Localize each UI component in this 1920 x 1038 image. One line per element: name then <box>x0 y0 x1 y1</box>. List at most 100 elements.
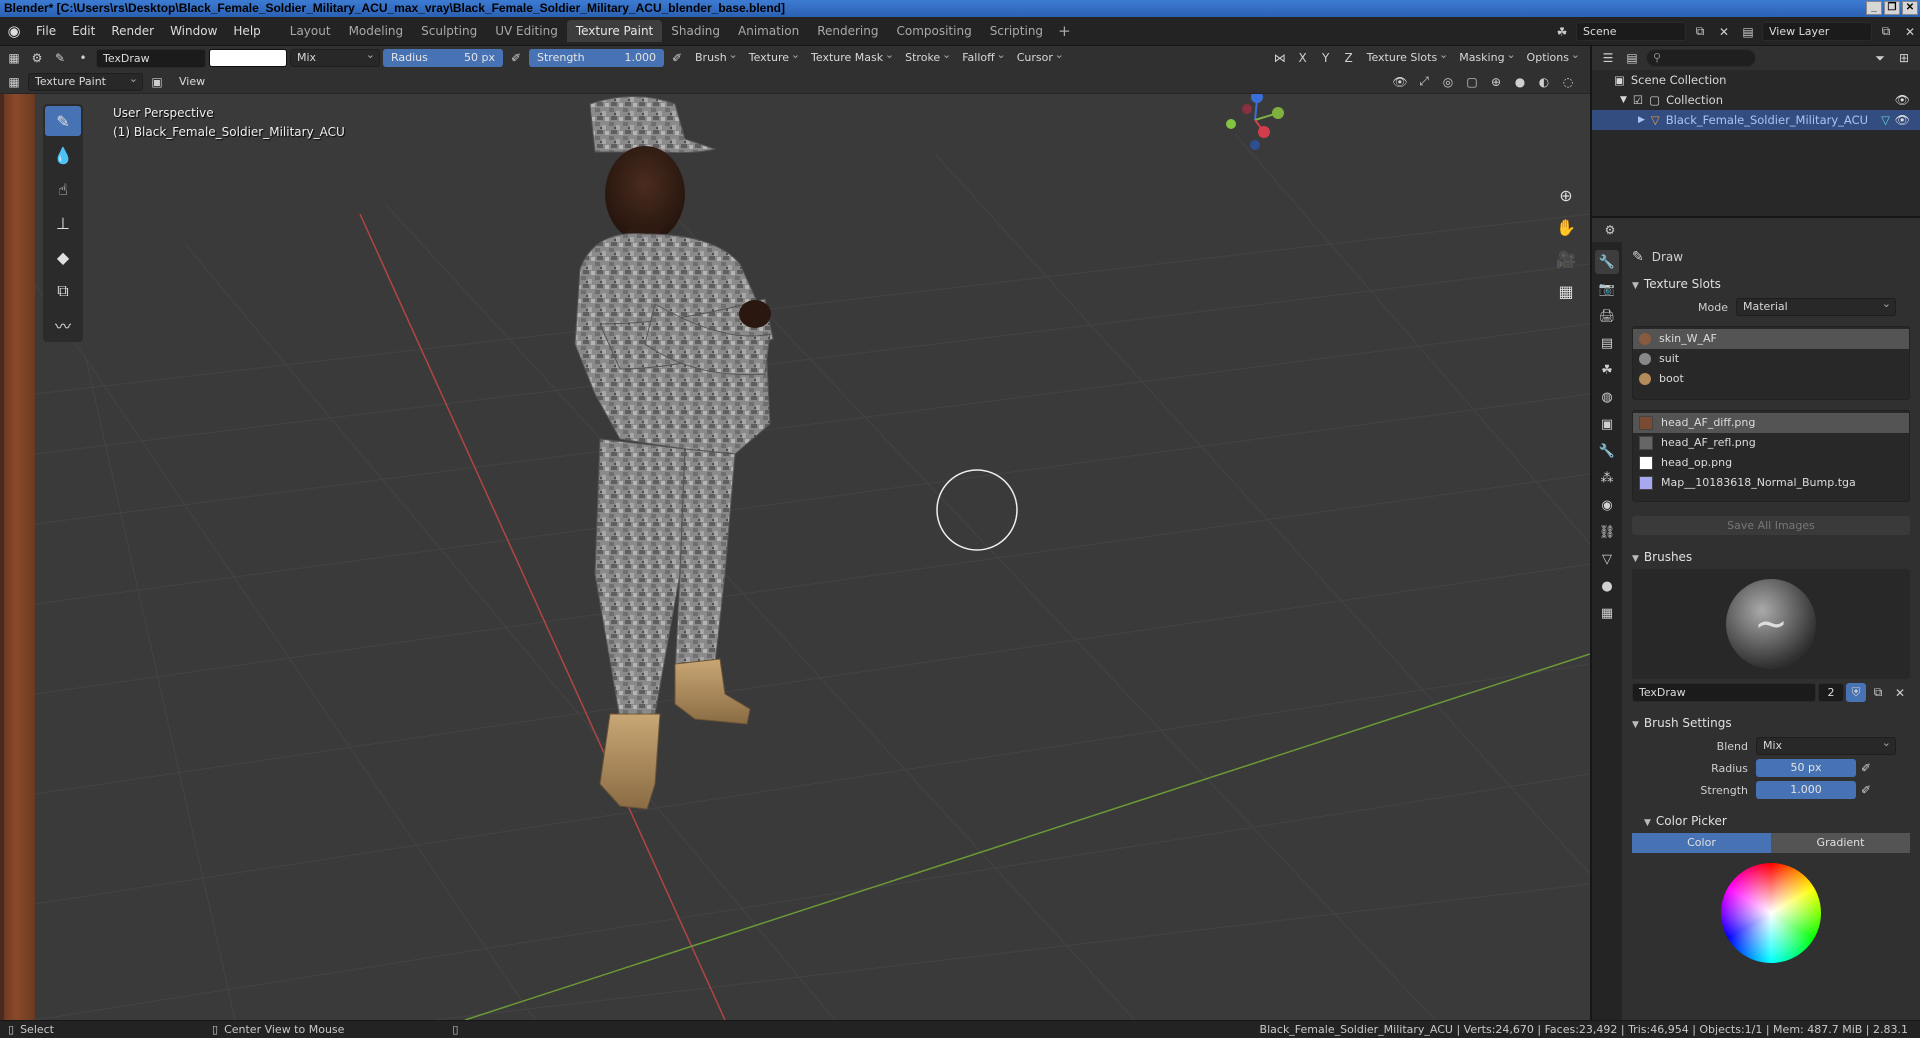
filter-icon[interactable]: ⏷ <box>1870 49 1890 68</box>
solid-shading-icon[interactable]: ● <box>1510 72 1530 91</box>
gizmo-icon[interactable]: ⤢ <box>1414 72 1434 91</box>
annotate-tool-icon[interactable]: 〰 <box>45 310 81 340</box>
brush-icon[interactable]: ✎ <box>50 49 70 68</box>
blender-logo-icon[interactable]: ◉ <box>0 20 28 42</box>
gradient-tab[interactable]: Gradient <box>1771 833 1910 853</box>
save-all-images-button[interactable]: Save All Images <box>1632 516 1910 535</box>
image-item[interactable]: head_AF_refl.png <box>1633 433 1909 453</box>
stroke-menu[interactable]: Stroke <box>900 46 954 67</box>
material-item[interactable]: skin_W_AF <box>1633 329 1909 349</box>
duplicate-brush-icon[interactable]: ⧉ <box>1868 683 1888 702</box>
tab-shading[interactable]: Shading <box>662 20 729 42</box>
outliner-editor-type-icon[interactable]: ☰ <box>1598 49 1618 68</box>
image-item[interactable]: Map__10183618_Normal_Bump.tga <box>1633 473 1909 493</box>
menu-window[interactable]: Window <box>162 20 225 42</box>
view-menu[interactable]: View <box>171 71 213 93</box>
overlay-icon[interactable]: ◎ <box>1438 72 1458 91</box>
collection-checkbox[interactable]: ☑ <box>1633 90 1643 110</box>
minimize-button[interactable]: _ <box>1866 1 1882 15</box>
axis-z-toggle[interactable]: Z <box>1339 49 1359 68</box>
tab-compositing[interactable]: Compositing <box>887 20 980 42</box>
strength-pressure-props-icon[interactable]: ✐ <box>1856 781 1876 800</box>
maximize-button[interactable]: ❐ <box>1884 1 1900 15</box>
tab-animation[interactable]: Animation <box>729 20 808 42</box>
image-item[interactable]: head_op.png <box>1633 453 1909 473</box>
draw-tool-icon[interactable]: ✎ <box>45 106 81 136</box>
render-tab-icon[interactable]: 📷 <box>1595 277 1619 301</box>
color-picker-panel-header[interactable]: ▼ Color Picker <box>1626 809 1916 833</box>
smear-tool-icon[interactable]: ☝ <box>45 174 81 204</box>
data-tab-icon[interactable]: ▽ <box>1595 547 1619 571</box>
properties-editor-type-icon[interactable]: ⚙ <box>1600 221 1620 240</box>
tab-layout[interactable]: Layout <box>281 20 340 42</box>
axis-x-toggle[interactable]: X <box>1293 49 1313 68</box>
radius-props-slider[interactable]: 50 px <box>1756 759 1856 777</box>
symmetry-icon[interactable]: ⋈ <box>1270 49 1290 68</box>
object-tab-icon[interactable]: ▣ <box>1595 412 1619 436</box>
delete-scene-icon[interactable]: ✕ <box>1714 22 1734 41</box>
close-button[interactable]: ✕ <box>1902 1 1918 15</box>
new-scene-icon[interactable]: ⧉ <box>1690 22 1710 41</box>
strength-pressure-icon[interactable]: ✐ <box>667 49 687 68</box>
ortho-grid-icon[interactable]: ▦ <box>1554 280 1578 304</box>
rendered-shading-icon[interactable]: ◌ <box>1558 72 1578 91</box>
output-tab-icon[interactable]: 🖨 <box>1595 304 1619 328</box>
scene-tab-icon[interactable]: ☘ <box>1595 358 1619 382</box>
blend-dropdown-props[interactable]: Mix <box>1756 735 1896 755</box>
tab-modeling[interactable]: Modeling <box>340 20 413 42</box>
brush-settings-panel-header[interactable]: ▼ Brush Settings <box>1626 711 1916 735</box>
material-item[interactable]: suit <box>1633 349 1909 369</box>
collection-expand-icon[interactable]: ▼ <box>1620 90 1627 110</box>
outliner-search-input[interactable]: ⚲ <box>1646 49 1756 67</box>
object-visibility-icon[interactable]: 👁 <box>1895 110 1910 130</box>
tab-rendering[interactable]: Rendering <box>808 20 887 42</box>
new-collection-icon[interactable]: ⊞ <box>1894 49 1914 68</box>
color-wheel[interactable] <box>1721 863 1821 963</box>
mode-dropdown-props[interactable]: Material <box>1736 296 1896 316</box>
grid-icon[interactable]: ▦ <box>4 72 24 91</box>
zoom-icon[interactable]: ⊕ <box>1554 184 1578 208</box>
physics-tab-icon[interactable]: ◉ <box>1595 493 1619 517</box>
brush-menu[interactable]: Brush <box>690 46 741 67</box>
scene-field[interactable]: Scene <box>1576 22 1686 41</box>
world-tab-icon[interactable]: ◍ <box>1595 385 1619 409</box>
camera-icon[interactable]: 🎥 <box>1554 248 1578 272</box>
view-layer-field[interactable]: View Layer <box>1762 22 1872 41</box>
add-workspace-icon[interactable]: + <box>1052 22 1077 40</box>
display-mode-icon[interactable]: ▤ <box>1622 49 1642 68</box>
texture-slots-panel-header[interactable]: ▼ Texture Slots <box>1626 272 1916 296</box>
brushes-panel-header[interactable]: ▼ Brushes <box>1626 545 1916 569</box>
modifier-icon[interactable]: ▽ <box>1881 110 1890 130</box>
texture-slots-menu[interactable]: Texture Slots <box>1362 46 1452 67</box>
radius-pressure-props-icon[interactable]: ✐ <box>1856 759 1876 778</box>
object-expand-icon[interactable]: ▶ <box>1638 110 1645 130</box>
tool-tab-icon[interactable]: 🔧 <box>1595 250 1619 274</box>
radius-pressure-icon[interactable]: ✐ <box>506 49 526 68</box>
mask-tool-icon[interactable]: ⧉ <box>45 276 81 306</box>
tab-texture-paint[interactable]: Texture Paint <box>566 20 663 42</box>
xray-icon[interactable]: ▢ <box>1462 72 1482 91</box>
brush-datablock-field[interactable]: TexDraw <box>1632 683 1816 702</box>
texture-tab-icon[interactable]: ▦ <box>1595 601 1619 625</box>
visibility-icon[interactable]: 👁 <box>1390 72 1410 91</box>
tab-uv-editing[interactable]: UV Editing <box>486 20 567 42</box>
menu-file[interactable]: File <box>28 20 64 42</box>
material-tab-icon[interactable]: ● <box>1595 574 1619 598</box>
view-layer-tab-icon[interactable]: ▤ <box>1595 331 1619 355</box>
material-shading-icon[interactable]: ◐ <box>1534 72 1554 91</box>
fill-tool-icon[interactable]: ◆ <box>45 242 81 272</box>
collection-visibility-icon[interactable]: 👁 <box>1895 90 1910 110</box>
tool-settings-icon[interactable]: ⚙ <box>27 49 47 68</box>
strength-props-slider[interactable]: 1.000 <box>1756 781 1856 799</box>
constraints-tab-icon[interactable]: ⛓ <box>1595 520 1619 544</box>
menu-help[interactable]: Help <box>225 20 268 42</box>
3d-viewport[interactable]: User Perspective (1) Black_Female_Soldie… <box>35 94 1590 1020</box>
delete-view-layer-icon[interactable]: ✕ <box>1900 22 1920 41</box>
clone-tool-icon[interactable]: ⊥ <box>45 208 81 238</box>
options-menu[interactable]: Options <box>1522 46 1583 67</box>
axis-y-toggle[interactable]: Y <box>1316 49 1336 68</box>
image-item[interactable]: head_AF_diff.png <box>1633 413 1909 433</box>
editor-type-icon[interactable]: ▦ <box>4 49 24 68</box>
brush-dot-icon[interactable]: • <box>73 49 93 68</box>
scene-selector-icon[interactable]: ☘ <box>1552 22 1572 41</box>
